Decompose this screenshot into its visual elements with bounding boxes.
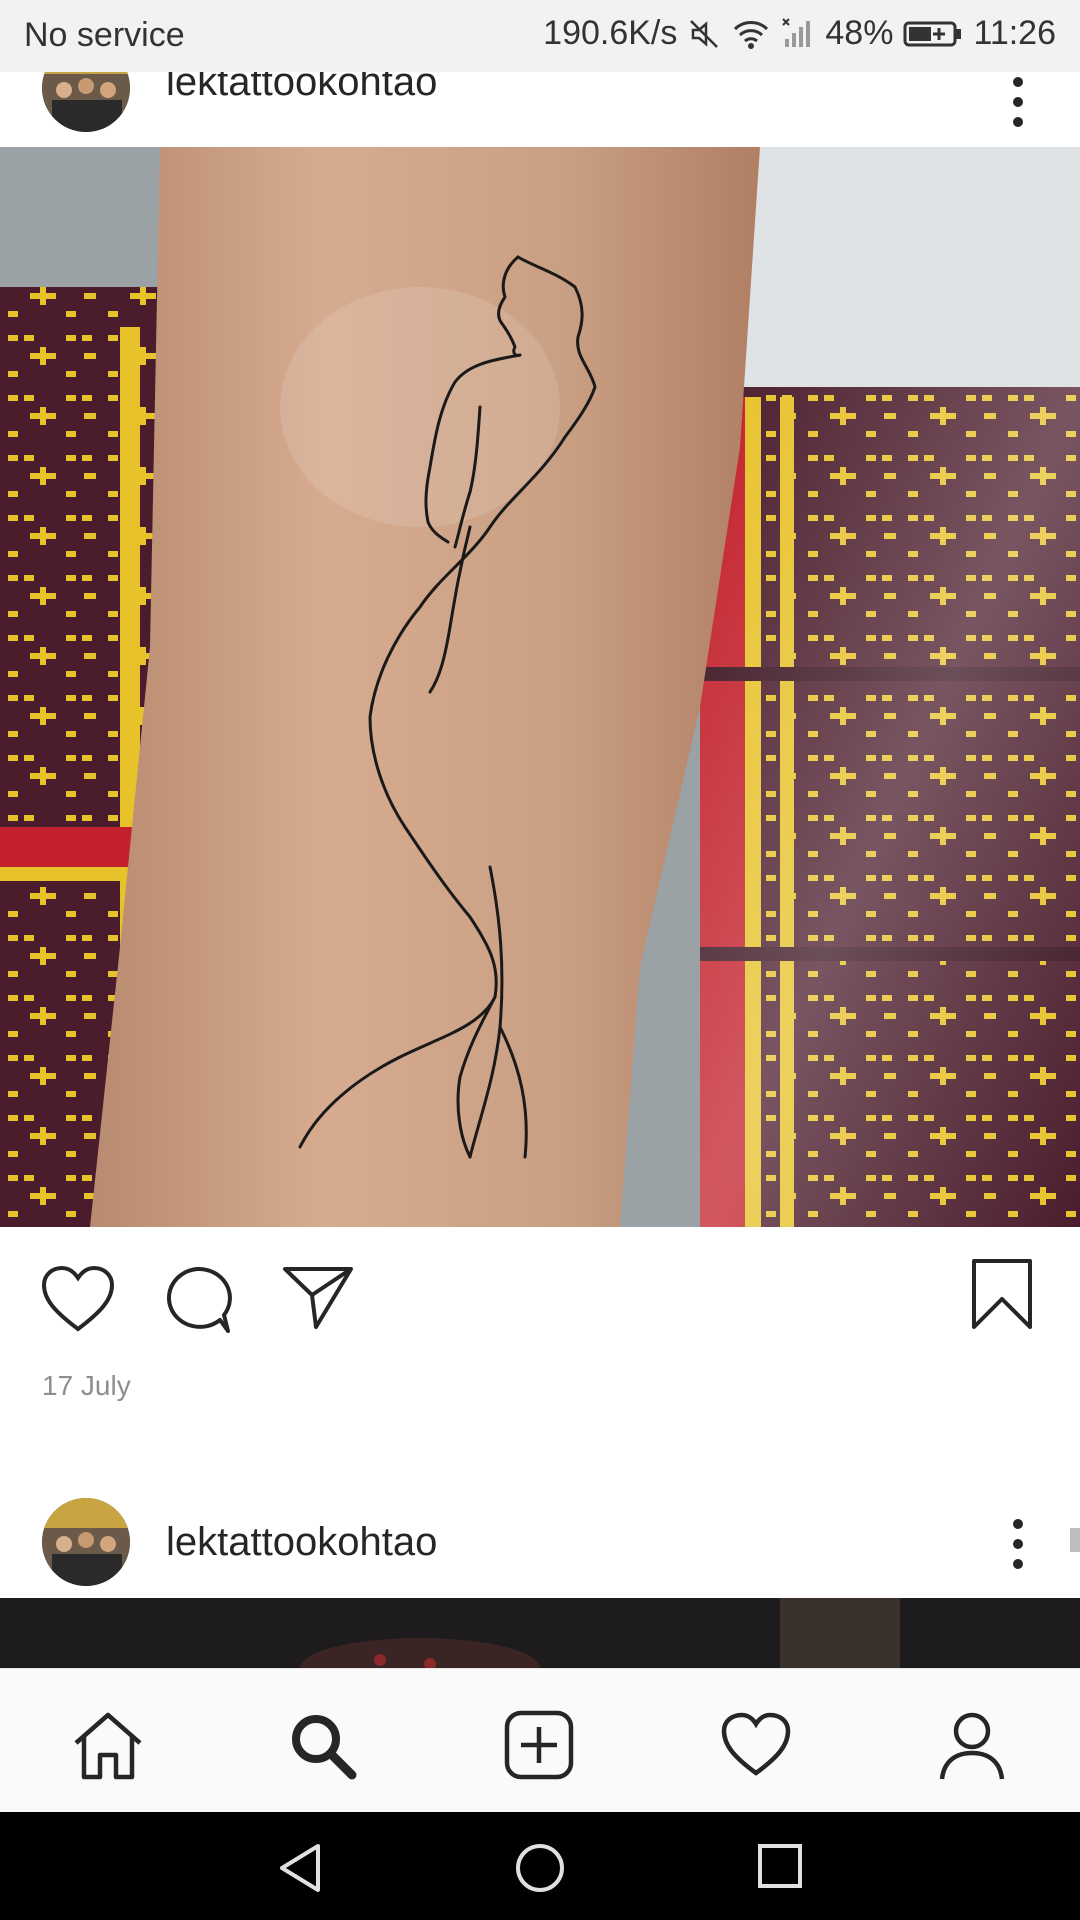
mute-icon [687,17,721,51]
share-send-icon[interactable] [282,1265,354,1331]
like-heart-icon[interactable] [40,1265,116,1333]
search-icon[interactable] [286,1709,358,1781]
home-icon[interactable] [72,1709,144,1781]
bottom-nav [0,1668,1080,1813]
more-options-icon[interactable] [1008,72,1028,132]
network-speed: 190.6K/s [543,14,678,52]
add-post-icon[interactable] [503,1709,575,1781]
system-navigation-bar [0,1812,1080,1920]
battery-icon [903,19,963,49]
comment-icon[interactable] [162,1265,232,1335]
clock: 11:26 [973,14,1056,52]
username[interactable]: lektattookohtao [166,72,437,105]
avatar[interactable] [42,72,130,132]
status-bar: No service 190.6K/s 48% 11:26 [0,0,1080,72]
status-icons: 190.6K/s 48% 11:26 [543,14,1056,53]
post-date: 17 July [42,1370,131,1401]
scrollbar[interactable] [1070,1528,1080,1552]
profile-icon[interactable] [936,1709,1008,1781]
feed[interactable]: lektattookohtao 17 July lektattookohtao [0,72,1080,1668]
carrier-label: No service [24,16,185,54]
recents-icon[interactable] [756,1842,804,1890]
signal-icon [781,17,815,51]
wifi-icon [731,17,771,51]
avatar[interactable] [42,1498,130,1586]
home-circle-icon[interactable] [514,1842,566,1894]
username[interactable]: lektattookohtao [166,1520,437,1565]
activity-heart-icon[interactable] [720,1709,792,1781]
back-icon[interactable] [276,1842,324,1894]
post-header: lektattookohtao [0,1490,1080,1594]
save-bookmark-icon[interactable] [970,1257,1034,1331]
battery-percent: 48% [825,14,894,52]
post-image[interactable] [0,1598,1080,1668]
more-options-icon[interactable] [1008,1514,1028,1574]
tattoo-photo [0,147,1080,1227]
post-actions [0,1227,1080,1337]
post-header: lektattookohtao [0,72,1080,146]
post-image[interactable] [0,147,1080,1227]
